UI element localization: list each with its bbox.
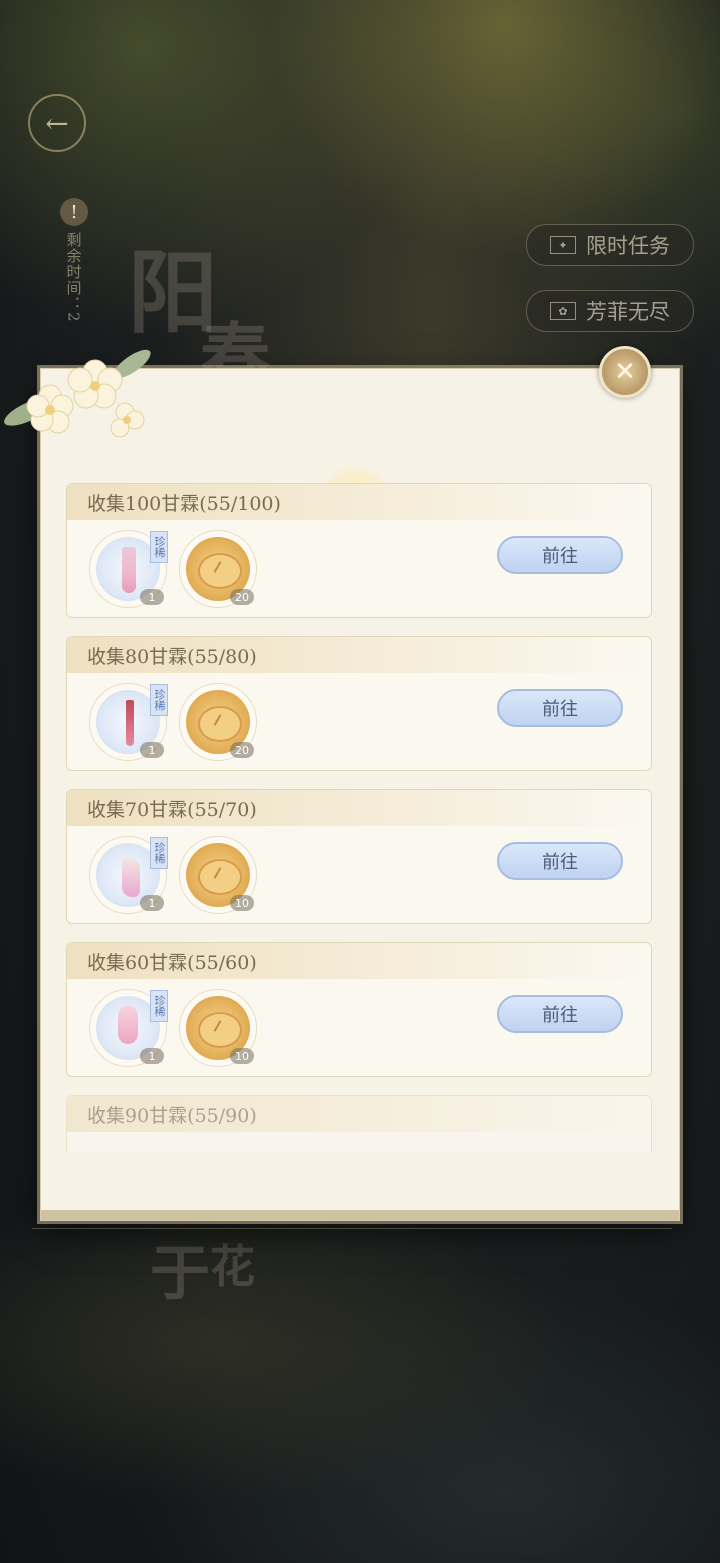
task-card: 收集90甘霖(55/90) [66, 1095, 652, 1153]
item-count: 1 [140, 742, 164, 758]
background-bottom [0, 1200, 720, 1563]
endless-blossom-button[interactable]: ✿ 芳菲无尽 [526, 290, 694, 332]
task-title: 收集90甘霖(55/90) [67, 1096, 651, 1132]
task-card: 收集70甘霖(55/70) 珍稀 1 10 前往 [66, 789, 652, 924]
reward-item[interactable]: 珍稀 1 [89, 683, 168, 761]
item-count: 20 [230, 589, 254, 605]
reward-item[interactable]: 珍稀 1 [89, 530, 168, 608]
alert-icon: ! [60, 198, 88, 226]
task-card: 收集100甘霖(55/100) 珍稀 1 20 前往 [66, 483, 652, 618]
task-title: 收集80甘霖(55/80) [67, 637, 651, 673]
rare-badge: 珍稀 [150, 990, 168, 1022]
reward-item[interactable]: 10 [179, 989, 257, 1067]
reward-item[interactable]: 珍稀 1 [89, 989, 168, 1067]
deco-char: 花 [210, 1240, 256, 1293]
ticket-icon: ✦ [550, 236, 576, 254]
close-button[interactable]: ✕ [599, 346, 651, 398]
task-list[interactable]: 收集100甘霖(55/100) 珍稀 1 20 前往 收集80甘霖(55/80)… [66, 483, 654, 1153]
limited-task-label: 限时任务 [586, 234, 670, 258]
item-count: 20 [230, 742, 254, 758]
reward-item[interactable]: 10 [179, 836, 257, 914]
task-title: 收集100甘霖(55/100) [67, 484, 651, 520]
remaining-time: ! 剩余时间：2 [56, 198, 92, 348]
limited-task-button[interactable]: ✦ 限时任务 [526, 224, 694, 266]
flower-decoration-icon [4, 349, 151, 438]
rare-badge: 珍稀 [150, 837, 168, 869]
rare-badge: 珍稀 [150, 684, 168, 716]
item-count: 1 [140, 1048, 164, 1064]
go-button[interactable]: 前往 [497, 536, 623, 574]
item-count: 10 [230, 895, 254, 911]
reward-item[interactable]: 20 [179, 530, 257, 608]
item-count: 1 [140, 589, 164, 605]
rare-badge: 珍稀 [150, 531, 168, 563]
endless-blossom-label: 芳菲无尽 [586, 300, 670, 324]
reward-item[interactable]: 20 [179, 683, 257, 761]
item-count: 1 [140, 895, 164, 911]
go-button[interactable]: 前往 [497, 689, 623, 727]
task-card: 收集80甘霖(55/80) 珍稀 1 20 前往 [66, 636, 652, 771]
go-button[interactable]: 前往 [497, 995, 623, 1033]
deco-char: 于 [150, 1239, 210, 1309]
go-button[interactable]: 前往 [497, 842, 623, 880]
task-title: 收集60甘霖(55/60) [67, 943, 651, 979]
flower-badge-icon: ✿ [550, 302, 576, 320]
divider [32, 1228, 672, 1229]
task-title: 收集70甘霖(55/70) [67, 790, 651, 826]
item-count: 10 [230, 1048, 254, 1064]
task-card: 收集60甘霖(55/60) 珍稀 1 10 前往 [66, 942, 652, 1077]
close-icon: ✕ [614, 357, 636, 387]
back-button[interactable]: ← [28, 94, 86, 152]
timer-label: 剩余时间：2 [64, 232, 83, 323]
reward-item[interactable]: 珍稀 1 [89, 836, 168, 914]
back-arrow-icon: ← [45, 106, 69, 140]
